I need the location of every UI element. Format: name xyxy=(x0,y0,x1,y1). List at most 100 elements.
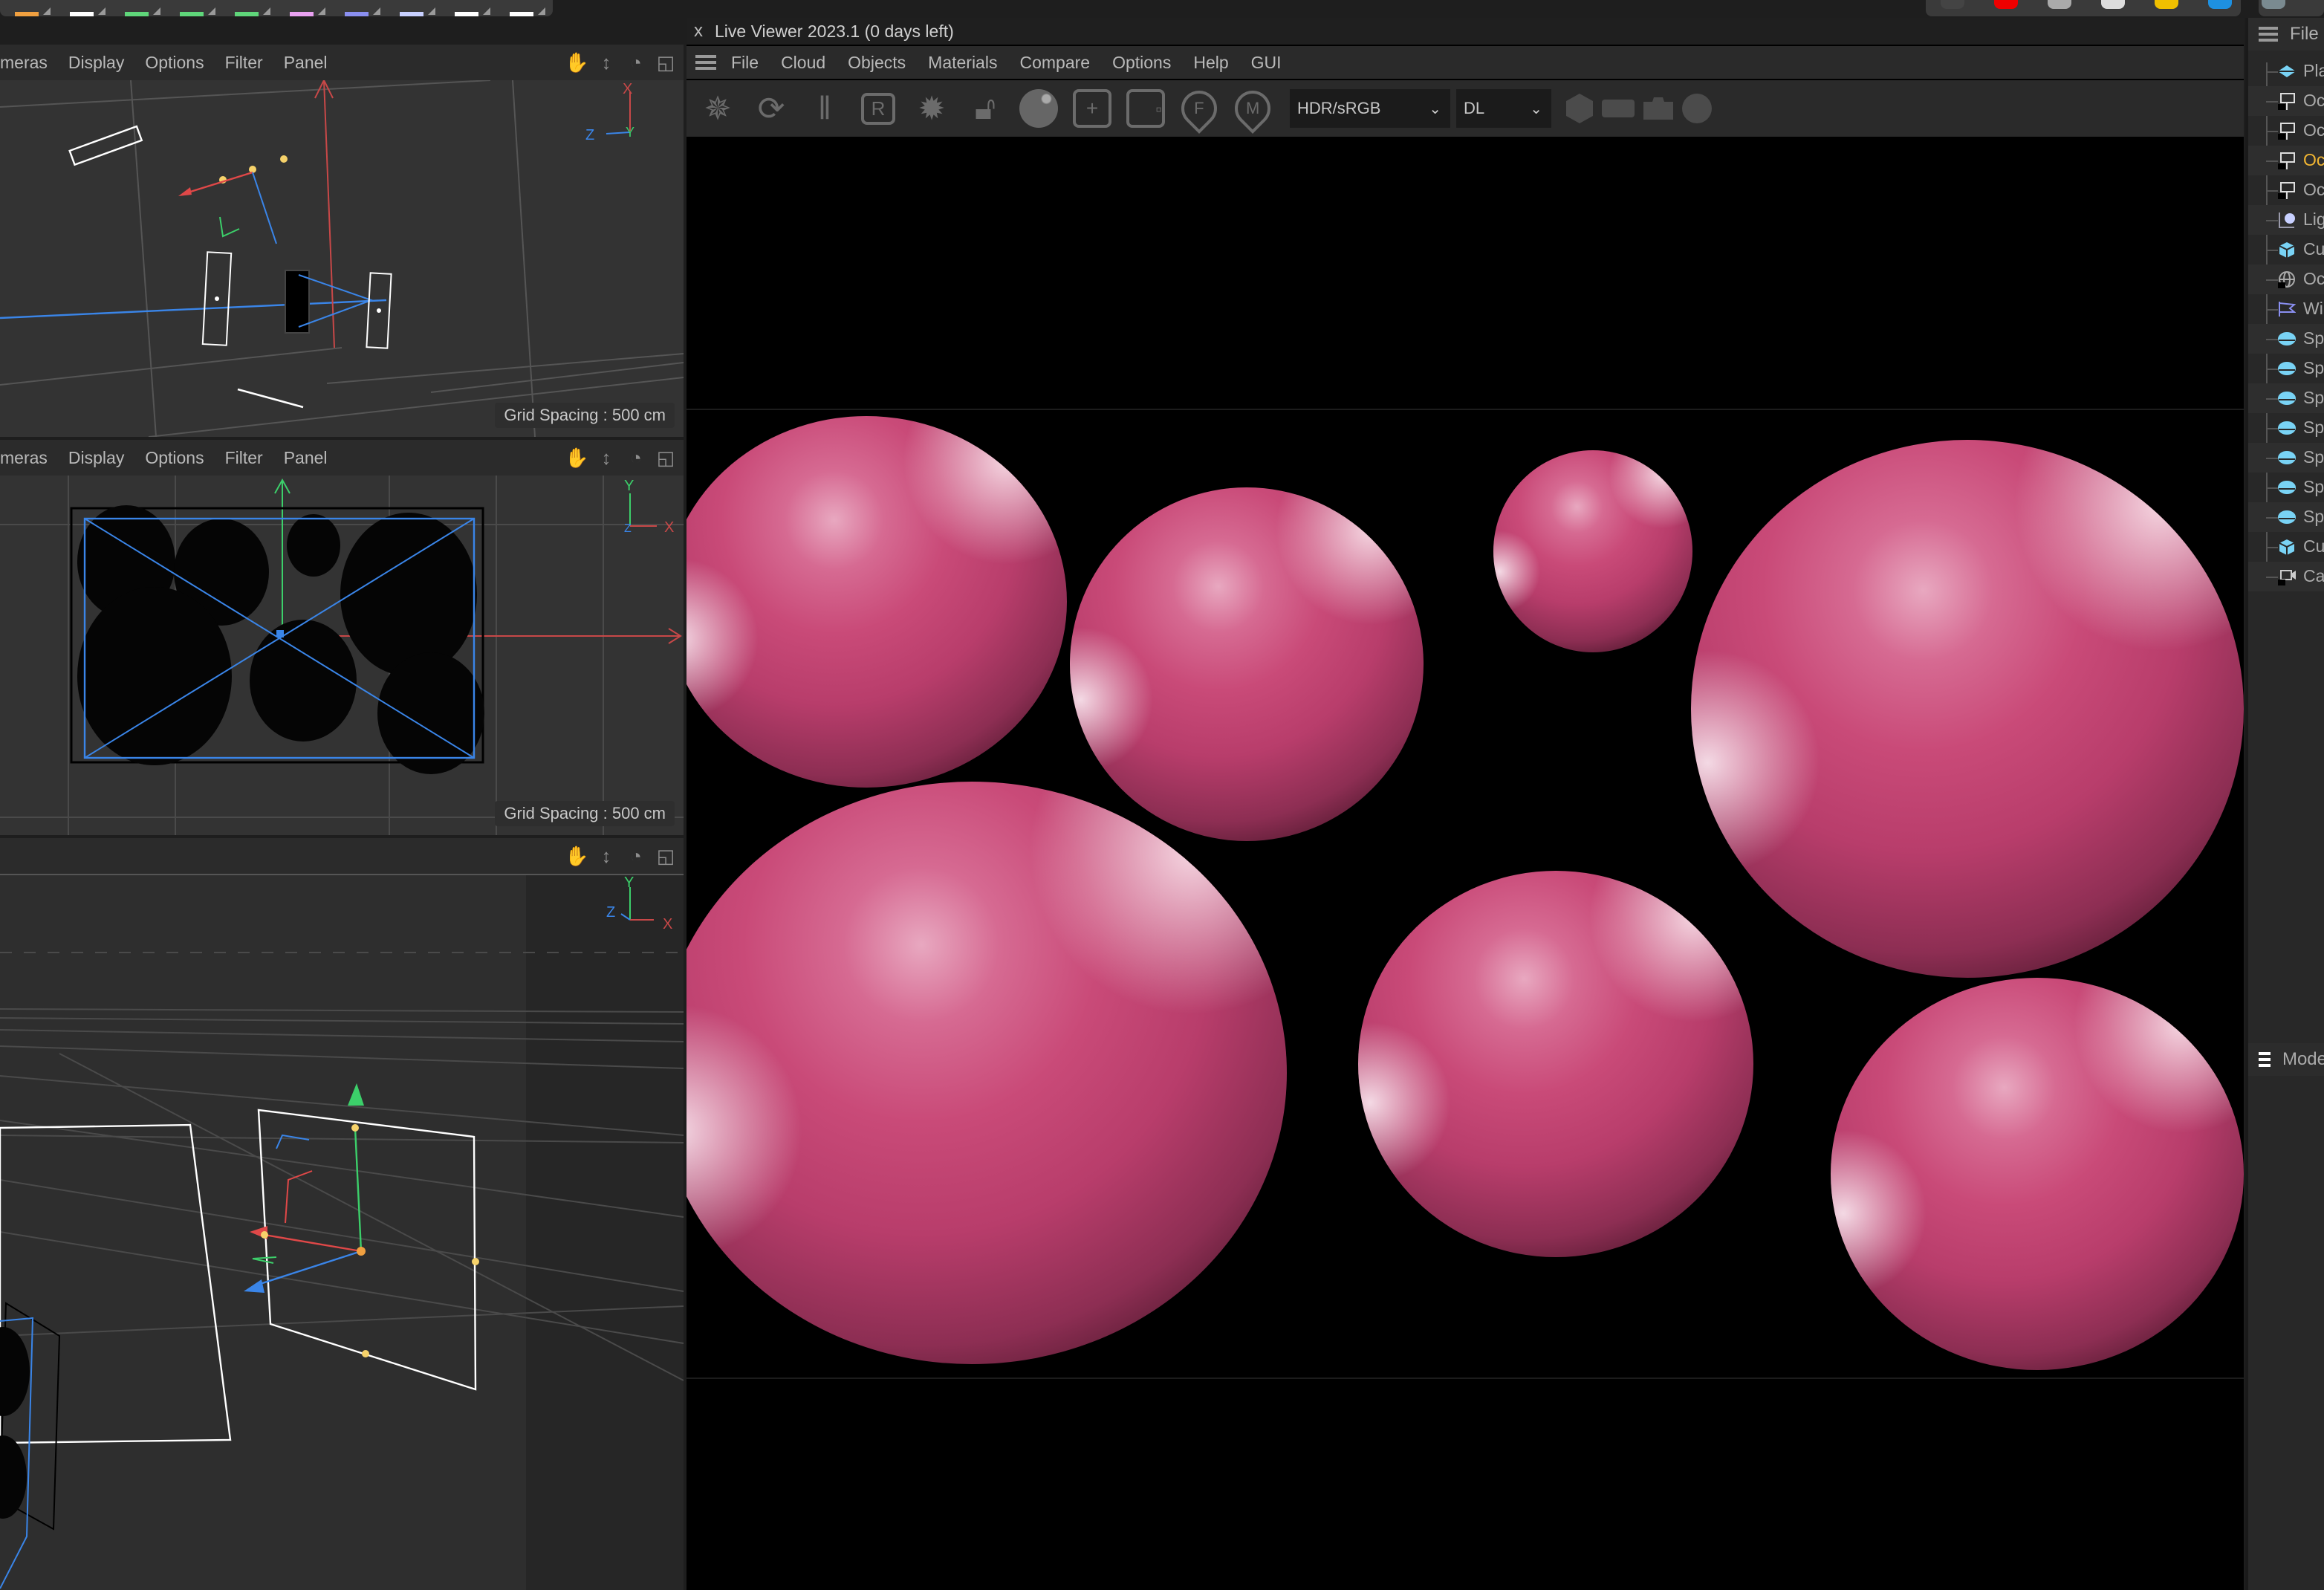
menu-options[interactable]: Options xyxy=(145,448,204,468)
field-tool-button[interactable] xyxy=(330,0,383,16)
ring-light-tool-button[interactable] xyxy=(2092,0,2137,16)
viewport-nav-icons: ✋ ↕ ◔ ◱ xyxy=(565,51,678,74)
material-preview-button[interactable] xyxy=(2253,0,2297,16)
kernel-select[interactable]: DL ⌄ xyxy=(1456,89,1551,128)
orbit-icon[interactable]: ◔ xyxy=(624,446,648,470)
object-list-item[interactable]: Sph xyxy=(2248,354,2324,383)
orbit-icon[interactable]: ◔ xyxy=(624,844,648,868)
object-list-item[interactable]: Win xyxy=(2248,294,2324,324)
viewport-canvas[interactable]: Y X Z Grid Spacing : 500 cm xyxy=(0,476,684,835)
object-list-item[interactable]: Oct xyxy=(2248,175,2324,205)
menu-filter[interactable]: Filter xyxy=(225,448,263,468)
extrude-tool-button[interactable] xyxy=(220,0,273,16)
menu-display[interactable]: Display xyxy=(68,448,124,468)
live-viewer-toolbar: ✵ ⟳ ‖ R ✹ 🔓︎ + ▫ F M HDR/sRGB ⌄ DL ⌄ xyxy=(687,80,2244,137)
hand-pan-icon[interactable]: ✋ xyxy=(565,446,588,470)
menu-compare[interactable]: Compare xyxy=(1019,53,1090,73)
maximize-icon[interactable]: ◱ xyxy=(654,51,678,74)
object-list-item[interactable]: Sph xyxy=(2248,443,2324,473)
focus-region-icon[interactable]: ▫ xyxy=(1123,86,1168,131)
lock-icon[interactable]: 🔓︎ xyxy=(963,86,1007,131)
region-render-button[interactable]: R xyxy=(856,86,900,131)
color-space-select[interactable]: HDR/sRGB ⌄ xyxy=(1290,89,1450,128)
octane-scatter-tool-button[interactable] xyxy=(440,0,493,16)
object-list-item[interactable]: Oct xyxy=(2248,116,2324,146)
close-icon[interactable]: x xyxy=(694,21,703,42)
menu-file[interactable]: File xyxy=(731,53,759,73)
sun-light-tool-button[interactable] xyxy=(2146,0,2190,16)
menu-cloud[interactable]: Cloud xyxy=(781,53,825,73)
object-list-item[interactable]: Sph xyxy=(2248,502,2324,532)
circle-toggle-icon[interactable] xyxy=(1682,94,1712,123)
maximize-icon[interactable]: ◱ xyxy=(654,844,678,868)
snapshot-camera-icon[interactable] xyxy=(1643,97,1673,120)
menu-display[interactable]: Display xyxy=(68,53,124,73)
hamburger-menu-icon[interactable] xyxy=(2259,24,2278,45)
camera-tool-button[interactable] xyxy=(385,0,438,16)
orbit-icon[interactable]: ◔ xyxy=(624,51,648,74)
pick-material-icon[interactable]: M xyxy=(1227,83,1278,134)
object-list-item[interactable]: Oct xyxy=(2248,86,2324,116)
settings-gear-icon[interactable]: ✹ xyxy=(909,86,954,131)
menu-mode[interactable]: Mode xyxy=(2282,1049,2324,1070)
object-list-item[interactable]: Cub xyxy=(2248,235,2324,265)
material-sphere-icon[interactable] xyxy=(1016,86,1061,131)
maximize-icon[interactable]: ◱ xyxy=(654,446,678,470)
menu-objects[interactable]: Objects xyxy=(848,53,906,73)
spline-arc-tool-button[interactable] xyxy=(0,0,53,16)
cloner-tool-button[interactable] xyxy=(165,0,218,16)
add-region-icon[interactable]: + xyxy=(1070,86,1114,131)
object-list-item[interactable]: Sph xyxy=(2248,383,2324,413)
move-vertical-icon[interactable]: ↕ xyxy=(594,51,618,74)
menu-panel[interactable]: Panel xyxy=(284,448,328,468)
ring-light-tool-icon xyxy=(2101,0,2125,9)
hand-pan-icon[interactable]: ✋ xyxy=(565,51,588,74)
octane-texture-tool-button[interactable] xyxy=(495,0,548,16)
menu-options[interactable]: Options xyxy=(1112,53,1171,73)
object-list-item[interactable]: Ligh xyxy=(2248,205,2324,235)
hamburger-menu-icon[interactable] xyxy=(695,52,716,73)
pause-render-icon[interactable]: ‖ xyxy=(802,86,847,131)
film-rect-icon[interactable] xyxy=(1602,100,1635,117)
gear-tool-button[interactable] xyxy=(1932,0,1976,16)
cube-generator-tool-button[interactable] xyxy=(110,0,163,16)
menu-cameras[interactable]: meras xyxy=(0,448,48,468)
restart-render-icon[interactable]: ⟳ xyxy=(749,86,793,131)
red-light-tool-button[interactable] xyxy=(1985,0,2030,16)
deformer-tool-button[interactable] xyxy=(275,0,328,16)
daylight-tool-button[interactable] xyxy=(2199,0,2244,16)
spline-points-tool-button[interactable] xyxy=(55,0,108,16)
move-vertical-icon[interactable]: ↕ xyxy=(594,844,618,868)
hierarchy-connector xyxy=(2266,473,2278,489)
wind-flag-icon xyxy=(2278,300,2297,318)
pick-focus-icon[interactable]: F xyxy=(1174,83,1224,134)
octane-logo-icon[interactable]: ✵ xyxy=(695,86,740,131)
object-list-item[interactable]: Oct xyxy=(2248,146,2324,175)
object-list-item[interactable]: Plar xyxy=(2248,56,2324,86)
menu-help[interactable]: Help xyxy=(1193,53,1228,73)
submenu-triangle-icon xyxy=(98,7,106,15)
object-list-item[interactable]: Cub xyxy=(2248,532,2324,562)
menu-filter[interactable]: Filter xyxy=(225,53,263,73)
menu-panel[interactable]: Panel xyxy=(284,53,328,73)
object-list-item[interactable]: Sph xyxy=(2248,413,2324,443)
axis-label-x: X xyxy=(664,519,674,536)
object-list-item[interactable]: Oct xyxy=(2248,265,2324,294)
object-list-item[interactable]: Can xyxy=(2248,562,2324,591)
object-hexagon-icon[interactable] xyxy=(1566,94,1593,123)
menu-options[interactable]: Options xyxy=(145,53,204,73)
viewport-canvas[interactable]: X Z Y Grid Spacing : 500 cm xyxy=(0,80,684,437)
hamburger-menu-icon[interactable] xyxy=(2259,1049,2271,1070)
menu-gui[interactable]: GUI xyxy=(1251,53,1282,73)
render-canvas[interactable] xyxy=(687,137,2244,1590)
object-list-item[interactable]: Sph xyxy=(2248,324,2324,354)
menu-cameras[interactable]: meras xyxy=(0,53,48,73)
viewport-canvas[interactable]: Y X Z xyxy=(0,874,684,1590)
area-light-tool-button[interactable] xyxy=(2039,0,2083,16)
object-list-item[interactable]: Sph xyxy=(2248,473,2324,502)
sun-light-tool-icon xyxy=(2155,0,2178,9)
menu-materials[interactable]: Materials xyxy=(928,53,997,73)
move-vertical-icon[interactable]: ↕ xyxy=(594,446,618,470)
hand-pan-icon[interactable]: ✋ xyxy=(565,844,588,868)
menu-file[interactable]: File xyxy=(2290,24,2319,45)
